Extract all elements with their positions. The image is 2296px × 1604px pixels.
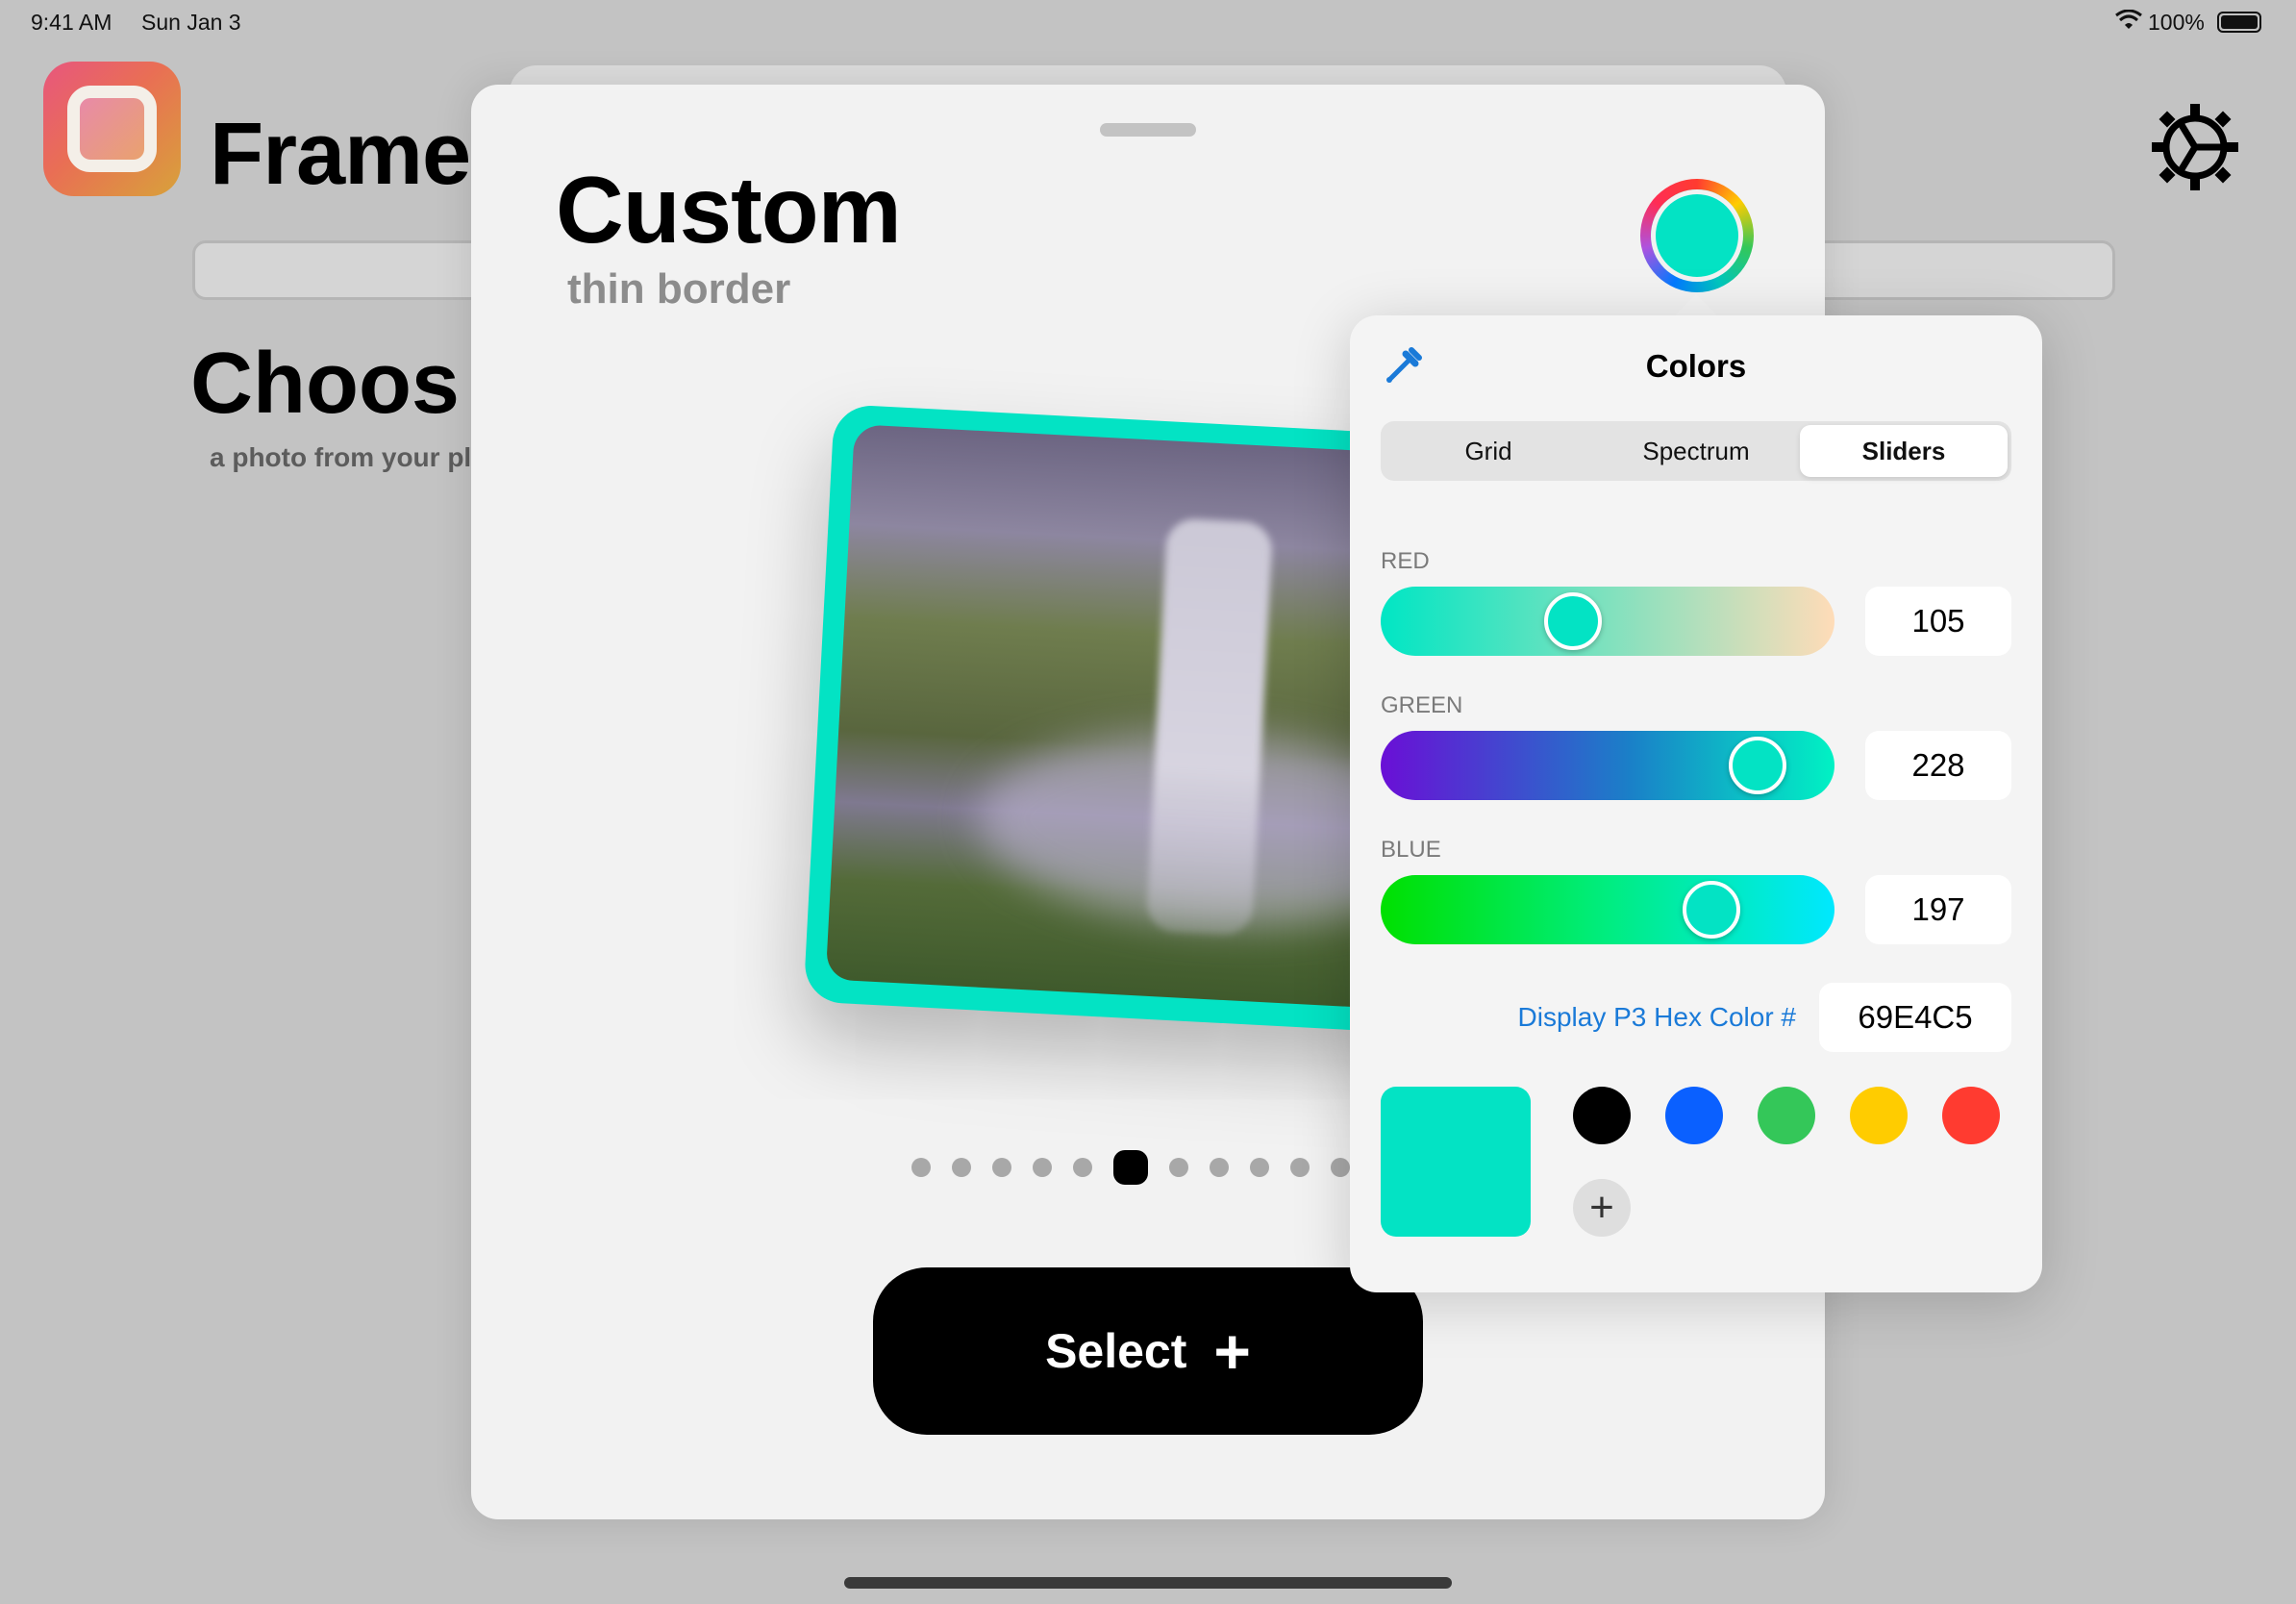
select-button[interactable]: Select +: [873, 1267, 1423, 1435]
red-label: RED: [1381, 548, 1430, 574]
page-dot-active[interactable]: [1113, 1150, 1148, 1185]
blue-value-field[interactable]: 197: [1865, 875, 2011, 944]
home-indicator[interactable]: [844, 1577, 1452, 1589]
page-dot[interactable]: [1033, 1158, 1052, 1177]
plus-icon: +: [1213, 1316, 1251, 1387]
picker-mode-segmented[interactable]: Grid Spectrum Sliders: [1381, 421, 2011, 481]
page-indicator[interactable]: [911, 1150, 1350, 1185]
swatch-yellow[interactable]: [1850, 1087, 1908, 1144]
page-dot[interactable]: [1331, 1158, 1350, 1177]
hex-label: Display P3 Hex Color #: [1517, 1002, 1796, 1032]
blue-slider-thumb[interactable]: [1683, 881, 1740, 939]
page-dot[interactable]: [1290, 1158, 1310, 1177]
page-dot[interactable]: [1250, 1158, 1269, 1177]
swatch-red[interactable]: [1942, 1087, 2000, 1144]
battery-percent: 100%: [2148, 10, 2205, 35]
red-slider-thumb[interactable]: [1544, 592, 1602, 650]
color-well-fill: [1651, 189, 1743, 282]
popover-arrow: [1673, 294, 1719, 317]
green-slider[interactable]: [1381, 731, 1834, 800]
page-dot[interactable]: [1210, 1158, 1229, 1177]
add-swatch-button[interactable]: +: [1573, 1179, 1631, 1237]
red-slider[interactable]: [1381, 587, 1834, 656]
select-label: Select: [1045, 1324, 1187, 1378]
red-value-field[interactable]: 105: [1865, 587, 2011, 656]
settings-gear-icon[interactable]: [2150, 102, 2240, 192]
choose-heading: Choos: [190, 336, 460, 432]
blue-label: BLUE: [1381, 837, 1441, 863]
tab-spectrum[interactable]: Spectrum: [1592, 425, 1800, 477]
wifi-icon: [2115, 9, 2142, 37]
page-dot[interactable]: [952, 1158, 971, 1177]
hex-value-field[interactable]: 69E4C5: [1819, 983, 2011, 1052]
green-slider-thumb[interactable]: [1729, 737, 1786, 794]
app-logo: [43, 62, 181, 196]
current-color-swatch: [1381, 1087, 1531, 1237]
green-value-field[interactable]: 228: [1865, 731, 2011, 800]
status-date: Sun Jan 3: [141, 10, 241, 35]
color-well-button[interactable]: [1640, 179, 1754, 292]
page-dot[interactable]: [911, 1158, 931, 1177]
tab-grid[interactable]: Grid: [1385, 425, 1592, 477]
swatch-black[interactable]: [1573, 1087, 1631, 1144]
swatch-green[interactable]: [1758, 1087, 1815, 1144]
page-dot[interactable]: [1073, 1158, 1092, 1177]
frame-subtitle: thin border: [567, 265, 791, 313]
status-time: 9:41 AM: [31, 10, 112, 35]
choose-subheading: a photo from your pl: [210, 442, 472, 472]
battery-icon: [2217, 12, 2261, 33]
tab-sliders[interactable]: Sliders: [1800, 425, 2008, 477]
sheet-grabber[interactable]: [1100, 123, 1196, 137]
swatch-blue[interactable]: [1665, 1087, 1723, 1144]
green-label: GREEN: [1381, 692, 1463, 718]
frame-title: Custom: [556, 157, 902, 263]
blue-slider[interactable]: [1381, 875, 1834, 944]
app-title: Frame: [210, 105, 471, 203]
page-dot[interactable]: [992, 1158, 1011, 1177]
page-dot[interactable]: [1169, 1158, 1188, 1177]
colors-title: Colors: [1645, 348, 1747, 384]
